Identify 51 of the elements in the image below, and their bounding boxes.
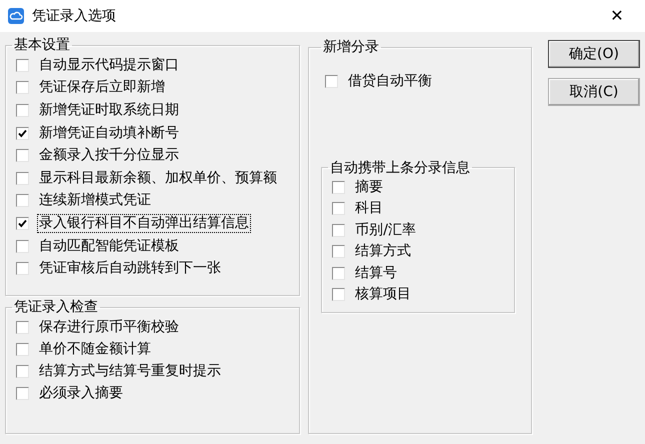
option-label: 连续新增模式凭证 — [38, 192, 152, 210]
dialog-button[interactable]: 取消(C) — [548, 78, 640, 106]
checkbox[interactable] — [16, 320, 29, 334]
checkbox[interactable] — [16, 386, 29, 400]
checkbox[interactable] — [16, 342, 29, 356]
option-label: 金额录入按千分位显示 — [38, 147, 180, 164]
dialog-button[interactable]: 确定(O) — [548, 40, 640, 68]
checkbox[interactable] — [16, 104, 29, 117]
checkbox[interactable] — [16, 216, 29, 230]
group-title: 新增分录 — [322, 40, 380, 54]
option-label: 科目 — [354, 200, 384, 218]
option-label: 单价不随金额计算 — [38, 340, 152, 358]
option-label: 借贷自动平衡 — [347, 72, 434, 90]
checkbox[interactable] — [332, 266, 346, 280]
checkbox[interactable] — [16, 126, 29, 140]
group-title: 自动携带上条分录信息 — [329, 160, 472, 175]
checkbox[interactable] — [332, 224, 346, 237]
option-label: 摘要 — [354, 178, 384, 196]
option-label: 核算项目 — [354, 286, 412, 304]
checkbox[interactable] — [332, 288, 346, 302]
option-label: 结算号 — [354, 264, 398, 282]
checkbox[interactable] — [16, 172, 29, 185]
option-label: 新增凭证自动填补断号 — [38, 124, 180, 142]
checkbox[interactable] — [16, 81, 29, 94]
checkbox[interactable] — [332, 202, 346, 216]
window-title: 凭证录入选项 — [32, 8, 116, 24]
option-label: 凭证审核后自动跳转到下一张 — [38, 260, 222, 278]
checkbox[interactable] — [16, 262, 29, 276]
close-button[interactable]: ✕ — [597, 0, 637, 32]
option-label: 结算方式与结算号重复时提示 — [38, 362, 222, 380]
option-label: 录入银行科目不自动弹出结算信息 — [38, 215, 250, 232]
app-icon — [8, 8, 24, 24]
option-label: 凭证保存后立即新增 — [38, 79, 166, 96]
option-label: 自动显示代码提示窗口 — [38, 56, 180, 74]
option-label: 新增凭证时取系统日期 — [38, 102, 180, 119]
group-title: 基本设置 — [13, 38, 71, 52]
checkbox[interactable] — [332, 180, 346, 194]
option-label: 保存进行原币平衡校验 — [38, 318, 180, 336]
group-title: 凭证录入检查 — [13, 300, 99, 314]
option-label: 结算方式 — [354, 243, 412, 260]
checkbox[interactable] — [16, 240, 29, 253]
checkbox[interactable] — [16, 364, 29, 378]
option-label: 自动匹配智能凭证模板 — [38, 238, 180, 254]
checkbox[interactable] — [16, 149, 29, 162]
checkbox[interactable] — [325, 74, 338, 88]
option-label: 显示科目最新余额、加权单价、预算额 — [38, 170, 278, 187]
option-label: 币别/汇率 — [354, 222, 417, 239]
option-label: 必须录入摘要 — [38, 384, 124, 402]
checkbox[interactable] — [16, 194, 29, 208]
checkbox[interactable] — [332, 245, 346, 258]
checkbox[interactable] — [16, 58, 29, 72]
